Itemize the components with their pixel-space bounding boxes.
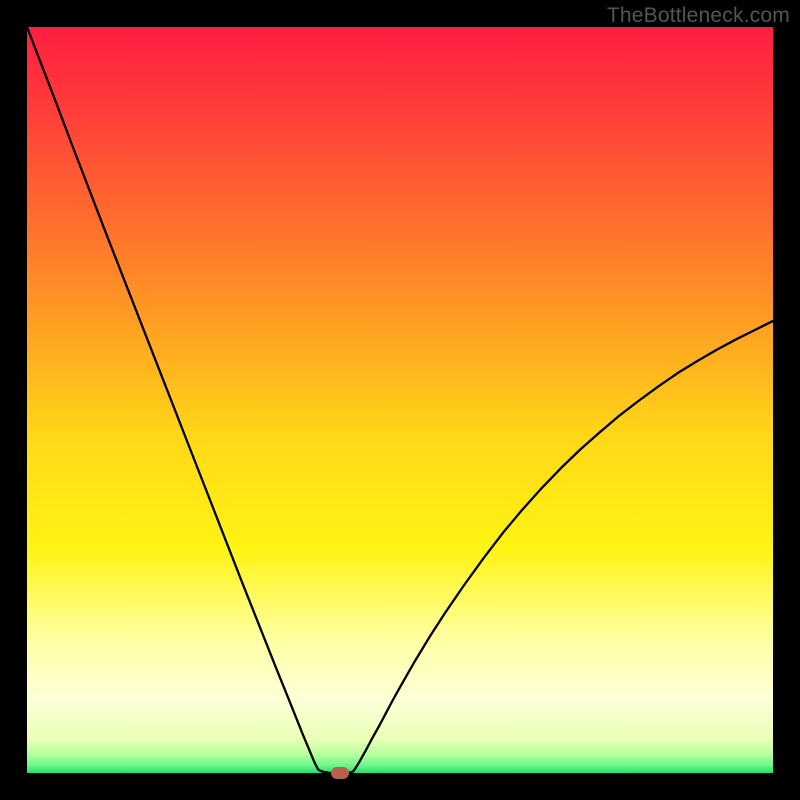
bottleneck-curve (27, 27, 773, 773)
chart-frame: TheBottleneck.com (0, 0, 800, 800)
minimum-marker (331, 767, 349, 779)
plot-area (27, 27, 773, 773)
watermark-text: TheBottleneck.com (607, 4, 790, 28)
